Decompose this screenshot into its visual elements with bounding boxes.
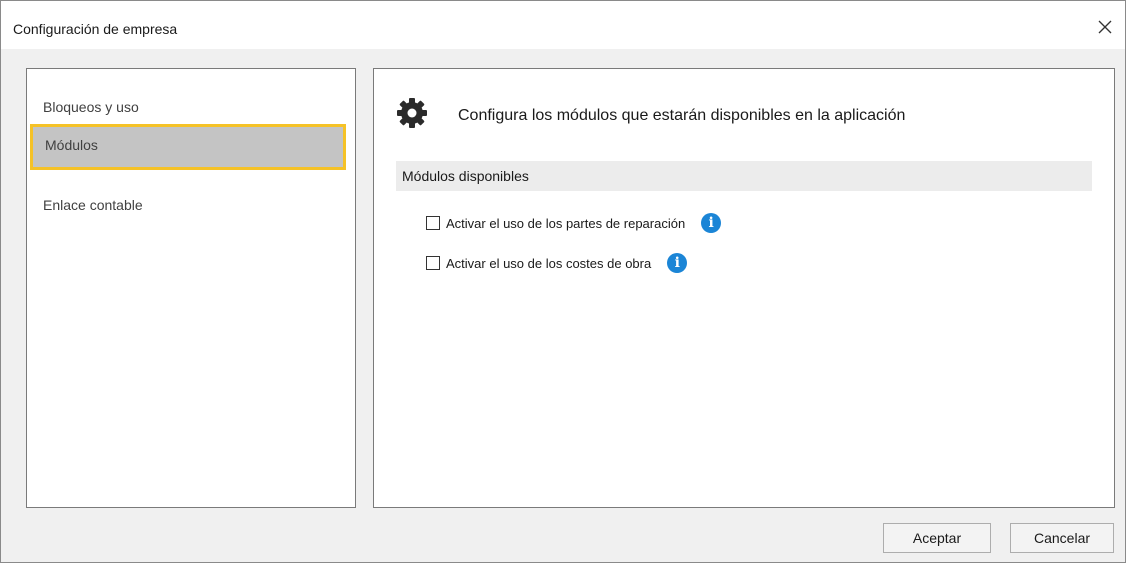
option-label: Activar el uso de los partes de reparaci… bbox=[446, 215, 686, 231]
page-heading: Configura los módulos que estarán dispon… bbox=[458, 107, 906, 124]
option-label: Activar el uso de los costes de obra bbox=[446, 255, 652, 271]
gear-icon bbox=[397, 98, 427, 128]
section-header: Módulos disponibles bbox=[396, 161, 1092, 191]
sidebar-item-label: Módulos bbox=[45, 137, 98, 153]
info-icon[interactable]: i bbox=[667, 253, 688, 273]
sidebar-item-label: Bloqueos y uso bbox=[43, 99, 139, 115]
dialog-window: Configuración de empresa Bloqueos y uso … bbox=[0, 0, 1126, 563]
dialog-content: Bloqueos y uso Módulos Enlace contable C… bbox=[1, 49, 1125, 562]
sidebar-item-label: Enlace contable bbox=[43, 197, 143, 213]
sidebar-panel: Bloqueos y uso Módulos Enlace contable bbox=[26, 68, 356, 508]
main-panel: Configura los módulos que estarán dispon… bbox=[373, 68, 1115, 508]
close-button[interactable] bbox=[1091, 13, 1119, 41]
sidebar-item-enlace-contable[interactable]: Enlace contable bbox=[27, 183, 355, 231]
window-title: Configuración de empresa bbox=[13, 21, 178, 37]
cancel-button[interactable]: Cancelar bbox=[1010, 523, 1114, 553]
accept-button[interactable]: Aceptar bbox=[883, 523, 991, 553]
info-icon[interactable]: i bbox=[701, 213, 722, 233]
sidebar-item-modulos[interactable]: Módulos bbox=[30, 124, 346, 170]
close-icon bbox=[1098, 20, 1112, 34]
partes-reparacion-checkbox[interactable] bbox=[426, 216, 440, 230]
section-title: Módulos disponibles bbox=[402, 168, 529, 184]
costes-obra-checkbox[interactable] bbox=[426, 256, 440, 270]
option-partes-reparacion: Activar el uso de los partes de reparaci… bbox=[426, 212, 722, 234]
option-costes-obra: Activar el uso de los costes de obra i bbox=[426, 252, 688, 274]
title-bar: Configuración de empresa bbox=[1, 1, 1125, 49]
